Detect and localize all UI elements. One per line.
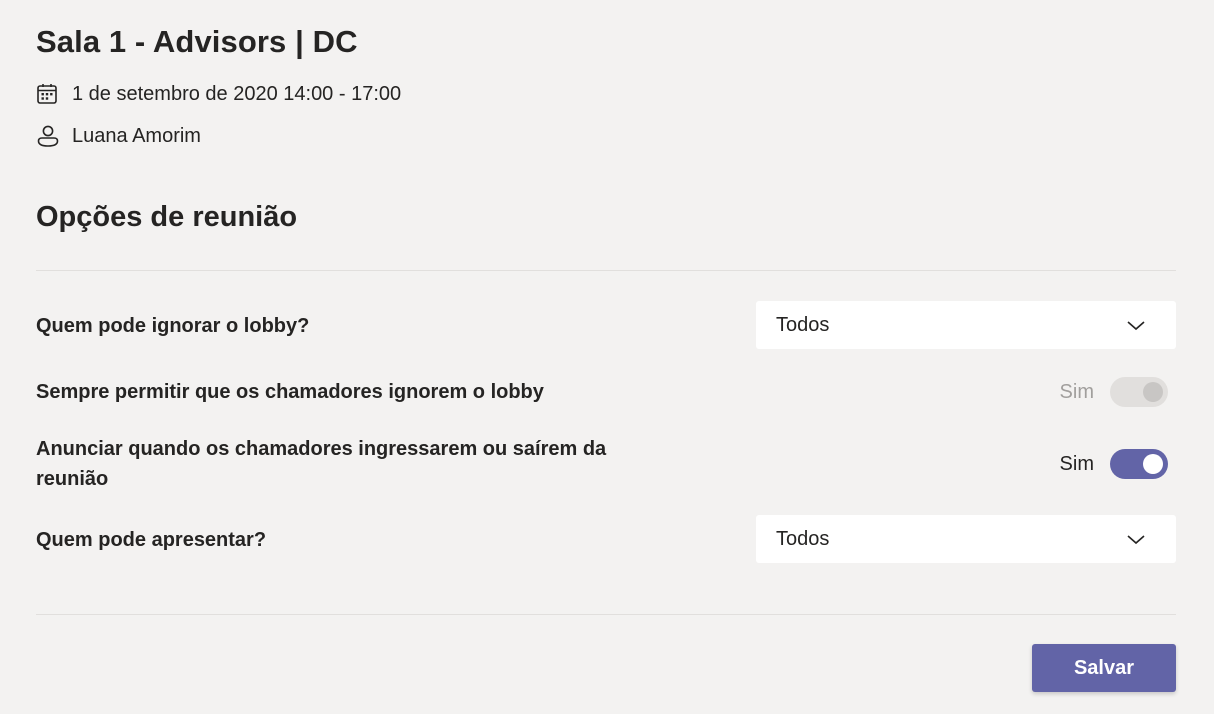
section-title: Opções de reunião xyxy=(36,201,298,233)
announce-callers-toggle-group: Sim xyxy=(1060,449,1168,479)
save-button[interactable]: Salvar xyxy=(1032,644,1176,692)
announce-callers-label: Anunciar quando os chamadores ingressare… xyxy=(36,438,607,490)
meeting-datetime: 1 de setembro de 2020 14:00 - 17:00 xyxy=(72,82,402,105)
divider xyxy=(36,614,1176,615)
callers-bypass-state-text: Sim xyxy=(1059,380,1094,403)
divider xyxy=(36,270,1176,271)
lobby-bypass-dropdown[interactable]: Todos xyxy=(756,301,1176,349)
chevron-down-icon xyxy=(1126,317,1146,333)
meeting-organizer: Luana Amorim xyxy=(72,124,201,147)
lobby-bypass-value: Todos xyxy=(776,313,830,336)
meeting-title: Sala 1 - Advisors | DC xyxy=(36,24,358,59)
scrollbar-track xyxy=(1214,0,1218,714)
person-icon xyxy=(36,124,60,148)
chevron-down-icon xyxy=(1126,531,1146,547)
calendar-icon xyxy=(36,82,60,106)
toggle-knob xyxy=(1143,454,1163,474)
callers-bypass-label: Sempre permitir que os chamadores ignore… xyxy=(36,381,544,403)
presenters-dropdown[interactable]: Todos xyxy=(756,515,1176,563)
meeting-organizer-row: Luana Amorim xyxy=(36,124,201,148)
announce-callers-state-text: Sim xyxy=(1059,452,1094,475)
callers-bypass-toggle-group: Sim xyxy=(1060,377,1168,407)
callers-bypass-toggle[interactable] xyxy=(1110,377,1168,407)
presenters-value: Todos xyxy=(776,527,830,550)
toggle-knob xyxy=(1143,382,1163,402)
lobby-bypass-label: Quem pode ignorar o lobby? xyxy=(36,315,310,337)
presenters-label: Quem pode apresentar? xyxy=(36,529,267,551)
announce-callers-toggle[interactable] xyxy=(1110,449,1168,479)
meeting-date-row: 1 de setembro de 2020 14:00 - 17:00 xyxy=(36,82,401,106)
